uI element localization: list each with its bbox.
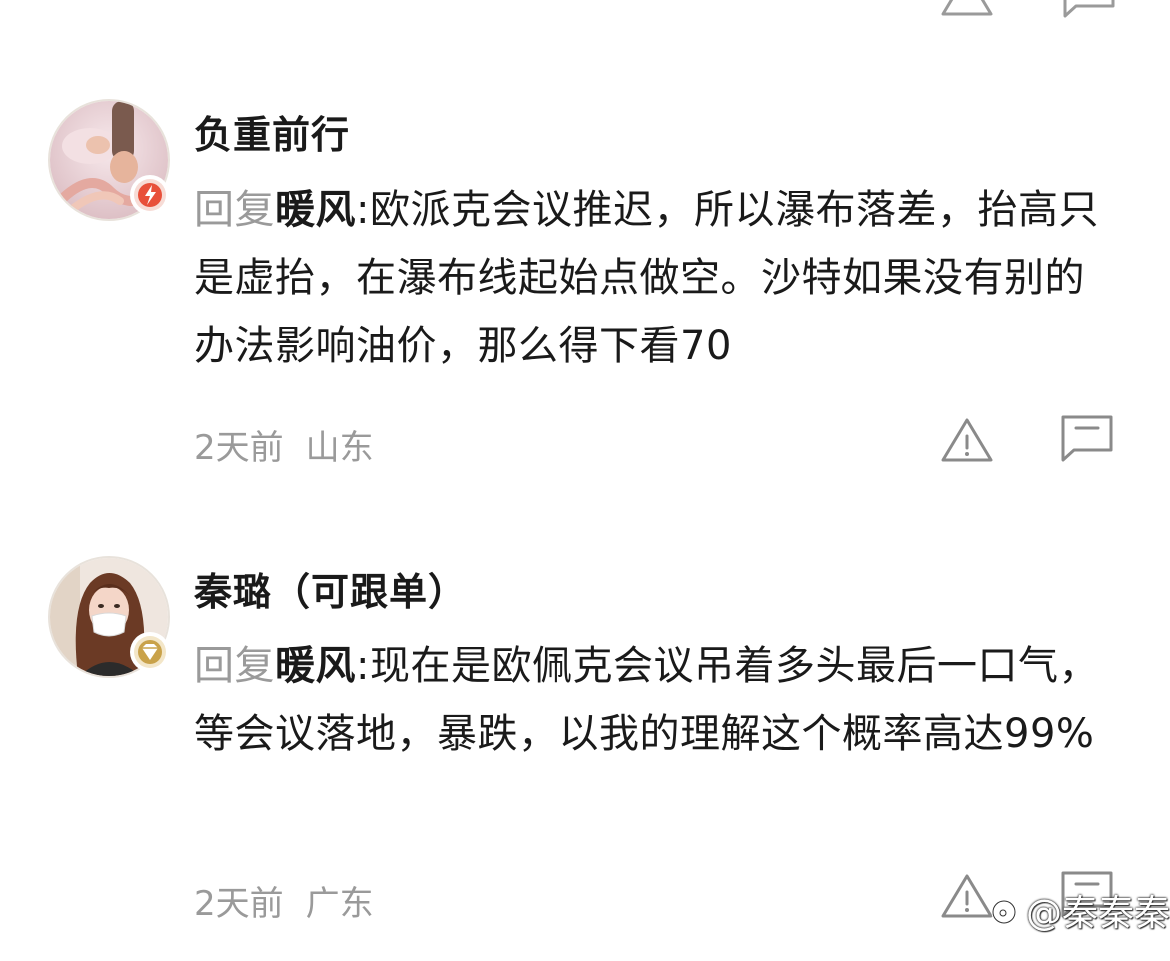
- reply-target-user[interactable]: 暖风: [275, 643, 356, 689]
- comment-meta: 2天前 山东: [194, 420, 374, 469]
- comment-text: 回复暖风:欧派克会议推迟，所以瀑布落差，抬高只是虚抬，在瀑布线起始点做空。沙特如…: [194, 176, 1124, 380]
- reply-icon[interactable]: [1062, 0, 1116, 20]
- report-icon[interactable]: [940, 872, 994, 922]
- comment-meta: 2天前 广东: [194, 876, 374, 925]
- flame-badge-icon: [130, 175, 170, 215]
- avatar-container[interactable]: [48, 99, 170, 221]
- comment-text: 回复暖风:现在是欧佩克会议吊着多头最后一口气，等会议落地，暴跌，以我的理解这个概…: [194, 632, 1124, 768]
- comment-time: 2天前: [194, 428, 284, 468]
- comment-time: 2天前: [194, 884, 284, 924]
- report-icon[interactable]: [940, 416, 994, 466]
- watermark: @秦秦秦: [990, 884, 1170, 936]
- username[interactable]: 秦璐（可跟单）: [194, 561, 467, 616]
- reply-icon[interactable]: [1060, 414, 1114, 464]
- reply-target-user[interactable]: 暖风: [275, 187, 356, 233]
- previous-comment-actions: [0, 0, 1170, 18]
- username[interactable]: 负重前行: [194, 104, 350, 159]
- weibo-logo-icon: [991, 898, 1020, 925]
- diamond-badge-icon: [130, 632, 170, 672]
- watermark-text: @秦秦秦: [1026, 893, 1170, 934]
- report-icon[interactable]: [940, 0, 994, 20]
- comment-location: 山东: [305, 428, 374, 468]
- comment-location: 广东: [305, 884, 374, 924]
- reply-prefix: 回复: [194, 643, 275, 689]
- reply-prefix: 回复: [194, 187, 275, 233]
- avatar-container[interactable]: [48, 556, 170, 678]
